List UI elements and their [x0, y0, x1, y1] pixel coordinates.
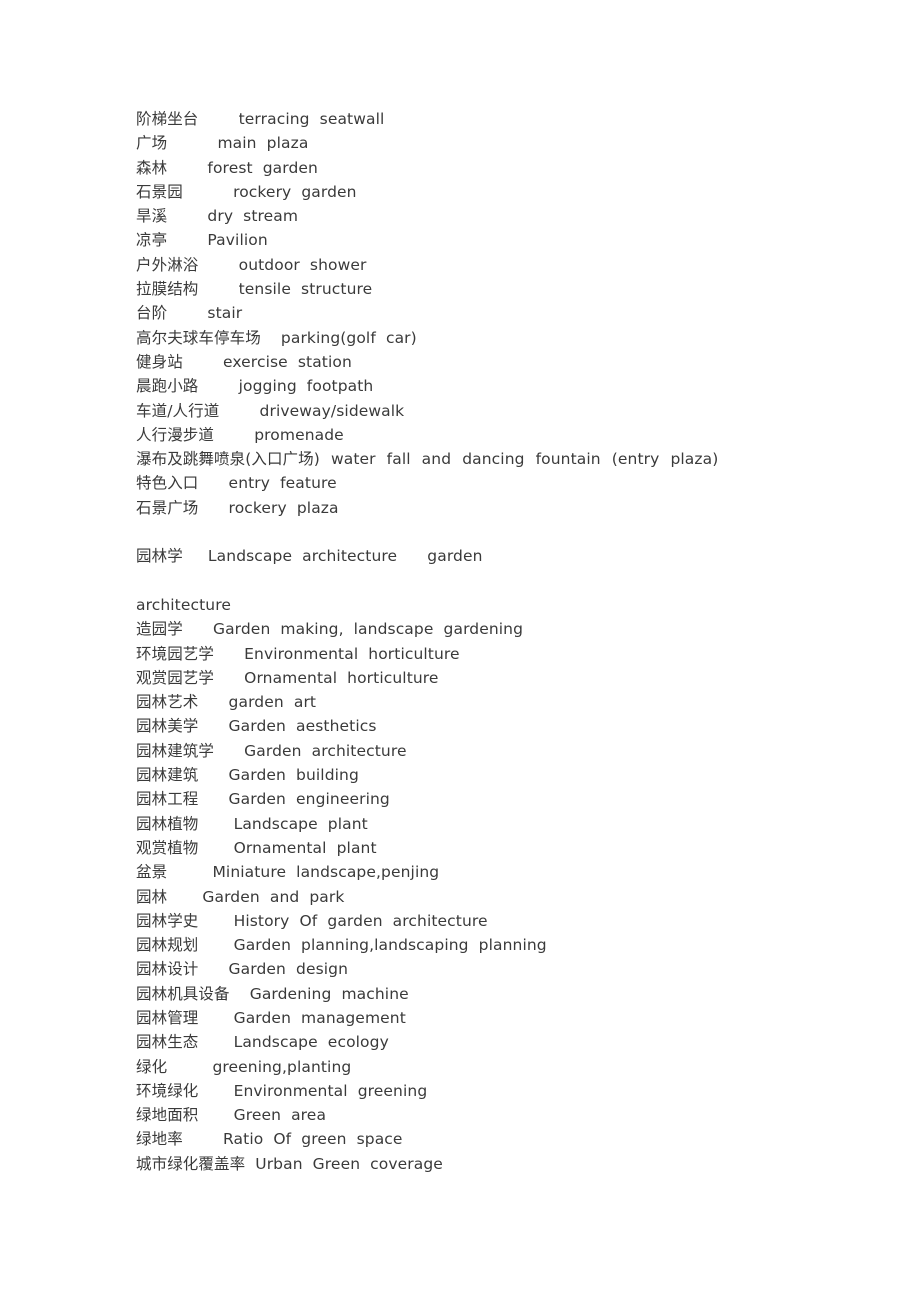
glossary-entry: 园林建筑学 Garden architecture — [136, 741, 407, 760]
glossary-entry: 绿化 greening,planting — [136, 1057, 352, 1076]
glossary-entry: 户外淋浴 outdoor shower — [136, 255, 367, 274]
glossary-entry: 台阶 stair — [136, 304, 243, 323]
glossary-entry: 园林植物 Landscape plant — [136, 814, 368, 833]
glossary-entry-wrapped: 瀑布及跳舞喷泉(入口广场) water fall and dancing fou… — [136, 450, 719, 469]
glossary-entry: 园林学 Landscape architecture garden — [136, 547, 483, 566]
glossary-entry: 园林机具设备 Gardening machine — [136, 984, 409, 1003]
glossary-entry: 环境绿化 Environmental greening — [136, 1081, 428, 1100]
glossary-entry: 造园学 Garden making, landscape gardening — [136, 620, 524, 639]
glossary-entry: 园林生态 Landscape ecology — [136, 1033, 389, 1052]
glossary-entry: 凉亭 Pavilion — [136, 231, 268, 250]
glossary-entry: 石景园 rockery garden — [136, 182, 357, 201]
glossary-entry: 观赏植物 Ornamental plant — [136, 838, 377, 857]
glossary-entry: 园林学史 History Of garden architecture — [136, 911, 488, 930]
document-body: 阶梯坐台 terracing seatwall 广场 main plaza 森林 f… — [136, 107, 824, 1176]
glossary-entry: 拉膜结构 tensile structure — [136, 280, 373, 299]
glossary-entry: 广场 main plaza — [136, 134, 309, 153]
glossary-entry: 绿地率 Ratio Of green space — [136, 1130, 403, 1149]
glossary-entry: 园林建筑 Garden building — [136, 766, 359, 785]
glossary-entry: 森林 forest garden — [136, 158, 318, 177]
glossary-entry: 车道/人行道 driveway/sidewalk — [136, 401, 405, 420]
glossary-entry: 园林艺术 garden art — [136, 693, 317, 712]
glossary-entry: 特色入口 entry feature — [136, 474, 337, 493]
glossary-entry: 环境园艺学 Environmental horticulture — [136, 644, 460, 663]
glossary-entry: architecture — [136, 595, 231, 614]
glossary-entry: 观赏园艺学 Ornamental horticulture — [136, 668, 439, 687]
glossary-entry: 人行漫步道 promenade — [136, 425, 344, 444]
glossary-entry: 晨跑小路 jogging footpath — [136, 377, 374, 396]
glossary-entry: 城市绿化覆盖率 Urban Green coverage — [136, 1154, 443, 1173]
glossary-entry: 高尔夫球车停车场 parking(golf car) — [136, 328, 417, 347]
glossary-entry: 园林规划 Garden planning,landscaping plannin… — [136, 936, 547, 955]
glossary-entry: 园林工程 Garden engineering — [136, 790, 390, 809]
glossary-entry: 园林设计 Garden design — [136, 960, 349, 979]
glossary-entry: 健身站 exercise station — [136, 352, 352, 371]
glossary-entry: 园林 Garden and park — [136, 887, 345, 906]
glossary-entry: 旱溪 dry stream — [136, 207, 299, 226]
glossary-entry: 阶梯坐台 terracing seatwall — [136, 110, 385, 128]
glossary-entry: 绿地面积 Green area — [136, 1106, 327, 1125]
glossary-entry: 园林管理 Garden management — [136, 1008, 406, 1027]
glossary-entry: 园林美学 Garden aesthetics — [136, 717, 377, 736]
glossary-entry: 盆景 Miniature landscape,penjing — [136, 863, 440, 882]
glossary-entry: 石景广场 rockery plaza — [136, 498, 339, 517]
